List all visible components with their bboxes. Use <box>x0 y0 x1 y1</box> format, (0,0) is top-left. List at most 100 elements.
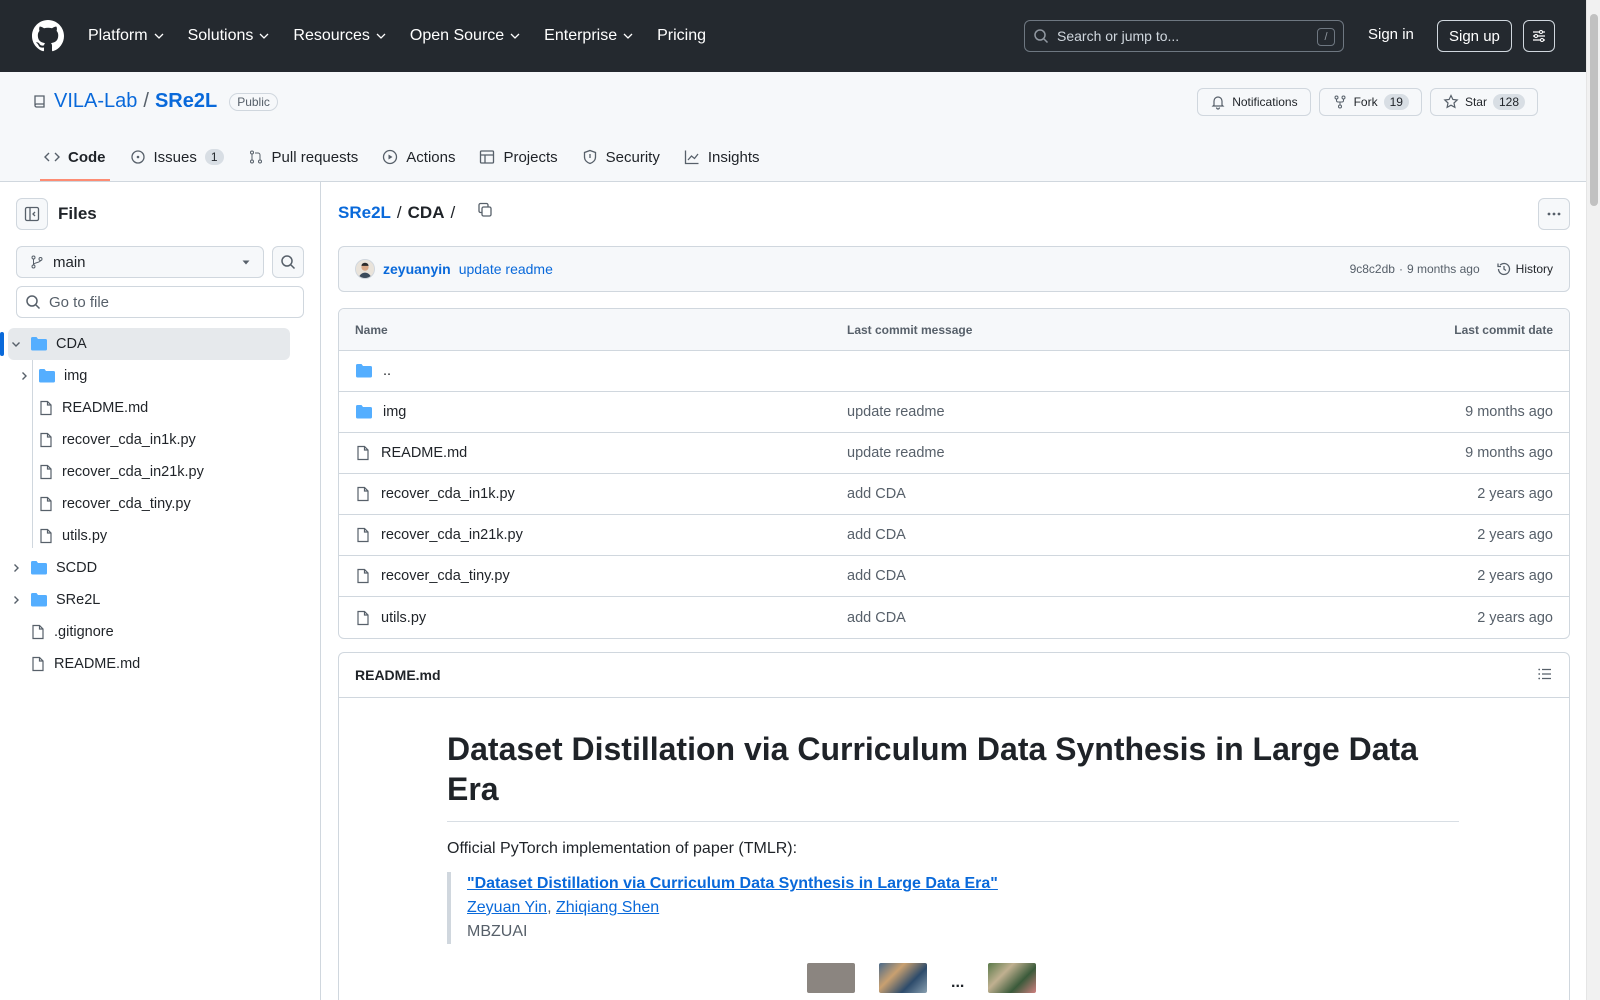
table-icon <box>480 150 495 164</box>
tab-code[interactable]: Code <box>32 133 118 181</box>
search-files-button[interactable] <box>272 246 304 278</box>
tree-item-sre2l[interactable]: SRe2L <box>8 584 290 616</box>
author-link[interactable]: Zeyuan Yin <box>467 899 547 916</box>
file-icon <box>38 528 54 544</box>
search-shortcut-key: / <box>1317 28 1335 46</box>
tree-item-root-readme[interactable]: README.md <box>8 648 290 680</box>
nav-pricing[interactable]: Pricing <box>657 27 706 45</box>
table-row[interactable]: utils.py add CDA 2 years ago <box>339 597 1569 638</box>
file-name-link[interactable]: utils.py <box>381 610 426 626</box>
file-name-cell: utils.py <box>355 610 847 626</box>
commit-author-link[interactable]: zeyuanyin <box>383 261 451 277</box>
commit-message-link[interactable]: add CDA <box>847 527 906 543</box>
github-logo-icon[interactable] <box>32 20 64 52</box>
go-to-file-input[interactable]: Go to file <box>16 286 304 318</box>
file-name-link[interactable]: recover_cda_tiny.py <box>381 568 510 584</box>
commit-message-link[interactable]: update readme <box>847 404 945 420</box>
commit-date-cell: 2 years ago <box>1477 568 1553 584</box>
settings-menu-button[interactable] <box>1523 20 1555 52</box>
file-name-link[interactable]: .. <box>383 363 391 379</box>
file-icon <box>38 400 54 416</box>
page-scrollbar[interactable] <box>1586 0 1600 1000</box>
tree-item-recover-cda-in1k[interactable]: recover_cda_in1k.py <box>8 424 290 456</box>
file-name-link[interactable]: README.md <box>381 445 467 461</box>
chevron-right-icon[interactable] <box>8 562 24 574</box>
readme-filename-link[interactable]: README.md <box>355 667 441 683</box>
tab-actions[interactable]: Actions <box>370 133 467 181</box>
folder-icon <box>38 368 56 384</box>
commit-hash-link[interactable]: 9c8c2db <box>1350 262 1395 276</box>
sign-up-button[interactable]: Sign up <box>1437 20 1512 52</box>
copy-path-icon[interactable] <box>477 202 493 223</box>
readme-content: Dataset Distillation via Curriculum Data… <box>447 729 1459 944</box>
table-row[interactable]: recover_cda_in21k.py add CDA 2 years ago <box>339 515 1569 556</box>
chevron-right-icon[interactable] <box>16 370 32 382</box>
file-name-cell: recover_cda_in1k.py <box>355 486 847 502</box>
nav-resources[interactable]: Resources <box>293 27 386 45</box>
scrollbar-thumb[interactable] <box>1590 14 1598 206</box>
more-options-button[interactable] <box>1538 198 1570 230</box>
tree-item-gitignore[interactable]: .gitignore <box>8 616 290 648</box>
fork-button[interactable]: Fork 19 <box>1318 88 1422 116</box>
tree-item-label: recover_cda_tiny.py <box>62 496 191 512</box>
table-row[interactable]: README.md update readme 9 months ago <box>339 433 1569 474</box>
paper-title-link[interactable]: "Dataset Distillation via Curriculum Dat… <box>467 875 998 892</box>
commit-message-link[interactable]: add CDA <box>847 486 906 502</box>
tab-issues[interactable]: Issues 1 <box>118 133 236 181</box>
nav-open-source[interactable]: Open Source <box>410 27 520 45</box>
tree-item-cda[interactable]: CDA <box>0 328 290 360</box>
file-name-link[interactable]: recover_cda_in21k.py <box>381 527 523 543</box>
tab-label: Code <box>68 148 106 166</box>
tree-item-utils[interactable]: utils.py <box>8 520 290 552</box>
tree-item-label: img <box>64 368 88 384</box>
tab-projects[interactable]: Projects <box>467 133 569 181</box>
star-button[interactable]: Star 128 <box>1429 88 1538 116</box>
commit-message-link[interactable]: add CDA <box>847 610 906 626</box>
commit-message-link[interactable]: update readme <box>459 261 553 277</box>
tree-item-label: README.md <box>54 656 141 672</box>
global-search-input[interactable]: Search or jump to... / <box>1024 20 1344 52</box>
repo-owner-link[interactable]: VILA-Lab <box>54 90 137 113</box>
sign-in-link[interactable]: Sign in <box>1368 26 1414 43</box>
commit-message-link[interactable]: add CDA <box>847 568 906 584</box>
commit-message-link[interactable]: update readme <box>847 445 945 461</box>
chevron-down-icon[interactable] <box>8 338 24 350</box>
nav-enterprise[interactable]: Enterprise <box>544 27 633 45</box>
author-separator: , <box>547 899 552 916</box>
table-row[interactable]: recover_cda_tiny.py add CDA 2 years ago <box>339 556 1569 597</box>
file-name-link[interactable]: img <box>383 404 406 420</box>
tree-item-readme[interactable]: README.md <box>8 392 290 424</box>
table-row[interactable]: img update readme 9 months ago <box>339 392 1569 433</box>
breadcrumb-current: CDA <box>407 202 445 222</box>
readme-intro: Official PyTorch implementation of paper… <box>447 840 798 857</box>
tree-item-recover-cda-tiny[interactable]: recover_cda_tiny.py <box>8 488 290 520</box>
file-name-link[interactable]: recover_cda_in1k.py <box>381 486 515 502</box>
branch-selector[interactable]: main <box>16 246 264 278</box>
chevron-down-icon <box>259 33 269 39</box>
outline-list-icon[interactable] <box>1537 666 1553 685</box>
tab-security[interactable]: Security <box>570 133 672 181</box>
notifications-button[interactable]: Notifications <box>1197 88 1311 116</box>
tree-item-scdd[interactable]: SCDD <box>8 552 290 584</box>
nav-platform[interactable]: Platform <box>88 27 164 45</box>
tree-item-img[interactable]: img <box>8 360 290 392</box>
avatar[interactable] <box>355 259 375 279</box>
tree-item-recover-cda-in21k[interactable]: recover_cda_in21k.py <box>8 456 290 488</box>
collapse-sidebar-button[interactable] <box>16 198 48 230</box>
file-name-cell: README.md <box>355 445 847 461</box>
file-icon <box>355 445 371 461</box>
file-tree: CDA img README.md recover_cda_in1k.py re… <box>0 328 290 680</box>
tab-pull-requests[interactable]: Pull requests <box>236 133 371 181</box>
sliders-icon <box>1533 30 1545 42</box>
nav-solutions[interactable]: Solutions <box>188 27 270 45</box>
author-link[interactable]: Zhiqiang Shen <box>556 899 659 916</box>
chevron-right-icon[interactable] <box>8 594 24 606</box>
repo-name-link[interactable]: SRe2L <box>155 90 217 113</box>
file-name-cell: recover_cda_in21k.py <box>355 527 847 543</box>
tab-insights[interactable]: Insights <box>672 133 772 181</box>
breadcrumb-repo-link[interactable]: SRe2L <box>338 203 391 223</box>
table-row[interactable]: .. <box>339 351 1569 392</box>
history-link[interactable]: History <box>1496 261 1553 277</box>
column-header-name: Name <box>355 322 388 337</box>
table-row[interactable]: recover_cda_in1k.py add CDA 2 years ago <box>339 474 1569 515</box>
